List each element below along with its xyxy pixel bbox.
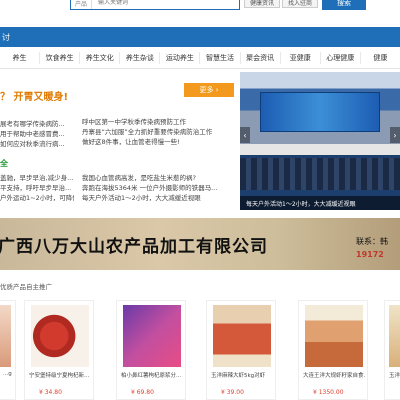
nav-item[interactable]: 健康 xyxy=(361,52,400,64)
contact-phone: 19172 xyxy=(356,250,384,259)
product-image xyxy=(389,305,400,367)
news-link[interactable]: 如何应对秋季流行病... xyxy=(0,138,74,148)
photo-carousel[interactable]: ‹ › 每天户外活动1～2小时，大大减缓近视眼 xyxy=(240,72,400,210)
product-name: 柏小鼻红薯枸杞原浆分... xyxy=(121,373,182,379)
search-input[interactable] xyxy=(92,0,203,9)
product-image xyxy=(0,305,11,367)
nav-item[interactable]: 心理健康 xyxy=(321,51,361,64)
product-card[interactable]: 玉洋麻辣大虾5kg对虾 ¥ 39.00 xyxy=(206,300,276,400)
product-name: 玉洋 xyxy=(389,373,400,379)
product-price: ¥ 39.00 xyxy=(221,389,244,396)
more-button[interactable]: 更多 › xyxy=(184,83,234,97)
carousel-caption[interactable]: 每天户外活动1～2小时，大大减缓近视眼 xyxy=(240,196,400,210)
nav-item[interactable]: 饮食养生 xyxy=(40,51,81,64)
news-headline[interactable]: ？ 开胃又暖身! xyxy=(0,88,68,103)
news-link[interactable]: 丹寨县“六加服”全力抓好重要传染病防治工作 xyxy=(82,126,234,136)
news-link[interactable]: 每天户外活动1～2小时，大大减缓近视眼 xyxy=(82,192,234,202)
top-bar: 产品 健康资讯 找入驻商 搜索 xyxy=(0,0,400,12)
contact-label: 联系：韩 xyxy=(356,237,388,246)
news-link[interactable]: 奔跑在海拔5364米 一位户外摄影师的铁器马... xyxy=(82,182,234,192)
product-card[interactable]: ...g xyxy=(0,300,16,400)
news-link[interactable]: 用于帮助中老感冒费... xyxy=(0,128,74,138)
news-link[interactable]: 平支持，呼吁早步早治... xyxy=(0,182,74,192)
nav-item[interactable]: 养生杂谈 xyxy=(120,51,161,64)
product-name: 大连王洋大规虾籽家自食... xyxy=(303,373,365,379)
nav-item[interactable]: 亚健康 xyxy=(281,51,321,64)
product-price: ¥ 1350.00 xyxy=(313,389,344,396)
news-link[interactable]: 我国心血管病高发，是吃盐生米惹的祸? xyxy=(82,172,234,182)
search-button[interactable]: 搜索 xyxy=(322,0,366,10)
product-name: 玉洋麻辣大虾5kg对虾 xyxy=(211,373,266,379)
page: 产品 健康资讯 找入驻商 搜索 讨 养生 饮食养生 养生文化 养生杂谈 运动养生… xyxy=(0,0,400,400)
search-category-select[interactable]: 产品 xyxy=(71,0,93,9)
main-nav: 养生 饮食养生 养生文化 养生杂谈 运动养生 智慧生活 聚会资讯 亚健康 心理健… xyxy=(0,47,400,69)
category-band: 讨 xyxy=(0,27,400,47)
news-link[interactable]: 呼中区第一中学秋季传染病预防工作 xyxy=(82,116,234,126)
product-card[interactable]: 柏小鼻红薯枸杞原浆分... ¥ 69.80 xyxy=(116,300,186,400)
product-card[interactable]: 大连王洋大规虾籽家自食... ¥ 1350.00 xyxy=(298,300,368,400)
news-link[interactable]: 户外运动1~2小时，可降低近视几率 xyxy=(0,192,74,202)
health-news-button[interactable]: 健康资讯 xyxy=(244,0,280,8)
stage-screen-graphic xyxy=(260,92,380,132)
product-name: ...g xyxy=(3,371,12,377)
product-image xyxy=(123,305,181,367)
section-title: 优质产品自主推广 xyxy=(0,283,52,291)
carousel-prev-icon[interactable]: ‹ xyxy=(240,127,250,143)
product-name: 宁安堡特级宁夏枸杞新... xyxy=(29,373,90,379)
find-merchant-button[interactable]: 找入驻商 xyxy=(282,0,318,8)
company-name: 广西八万大山农产品加工有限公司 xyxy=(0,237,268,257)
nav-item[interactable]: 养生 xyxy=(0,51,41,64)
product-image xyxy=(213,305,271,367)
nav-item[interactable]: 聚会资讯 xyxy=(241,51,281,64)
product-image xyxy=(305,305,363,367)
company-banner[interactable]: 广西八万大山农产品加工有限公司 联系：韩 19172 xyxy=(0,218,400,270)
section-tag: 全 xyxy=(0,159,8,168)
carousel-next-icon[interactable]: › xyxy=(390,127,400,143)
nav-item[interactable]: 养生文化 xyxy=(80,51,121,64)
product-price: ¥ 69.80 xyxy=(131,389,154,396)
news-panel: ？ 开胃又暖身! 更多 › 展考有哪学传染病防... 用于帮助中老感冒费... … xyxy=(0,78,236,202)
search-box[interactable]: 产品 xyxy=(70,0,240,10)
category-band-label: 讨 xyxy=(2,32,10,42)
product-card[interactable]: 玉洋 xyxy=(384,300,400,400)
nav-item[interactable]: 运动养生 xyxy=(160,51,201,64)
nav-item[interactable]: 智慧生活 xyxy=(200,51,241,64)
product-card[interactable]: 宁安堡特级宁夏枸杞新... ¥ 34.80 xyxy=(24,300,94,400)
product-image xyxy=(31,305,89,367)
product-price: ¥ 34.80 xyxy=(39,389,62,396)
audience-graphic xyxy=(240,158,400,190)
news-link[interactable]: 展考有哪学传染病防... xyxy=(0,118,74,128)
news-link[interactable]: 做好这8件事，让血管老得慢一些! xyxy=(82,136,234,146)
news-link[interactable]: 盖驰，早步早治,减少身... xyxy=(0,172,74,182)
